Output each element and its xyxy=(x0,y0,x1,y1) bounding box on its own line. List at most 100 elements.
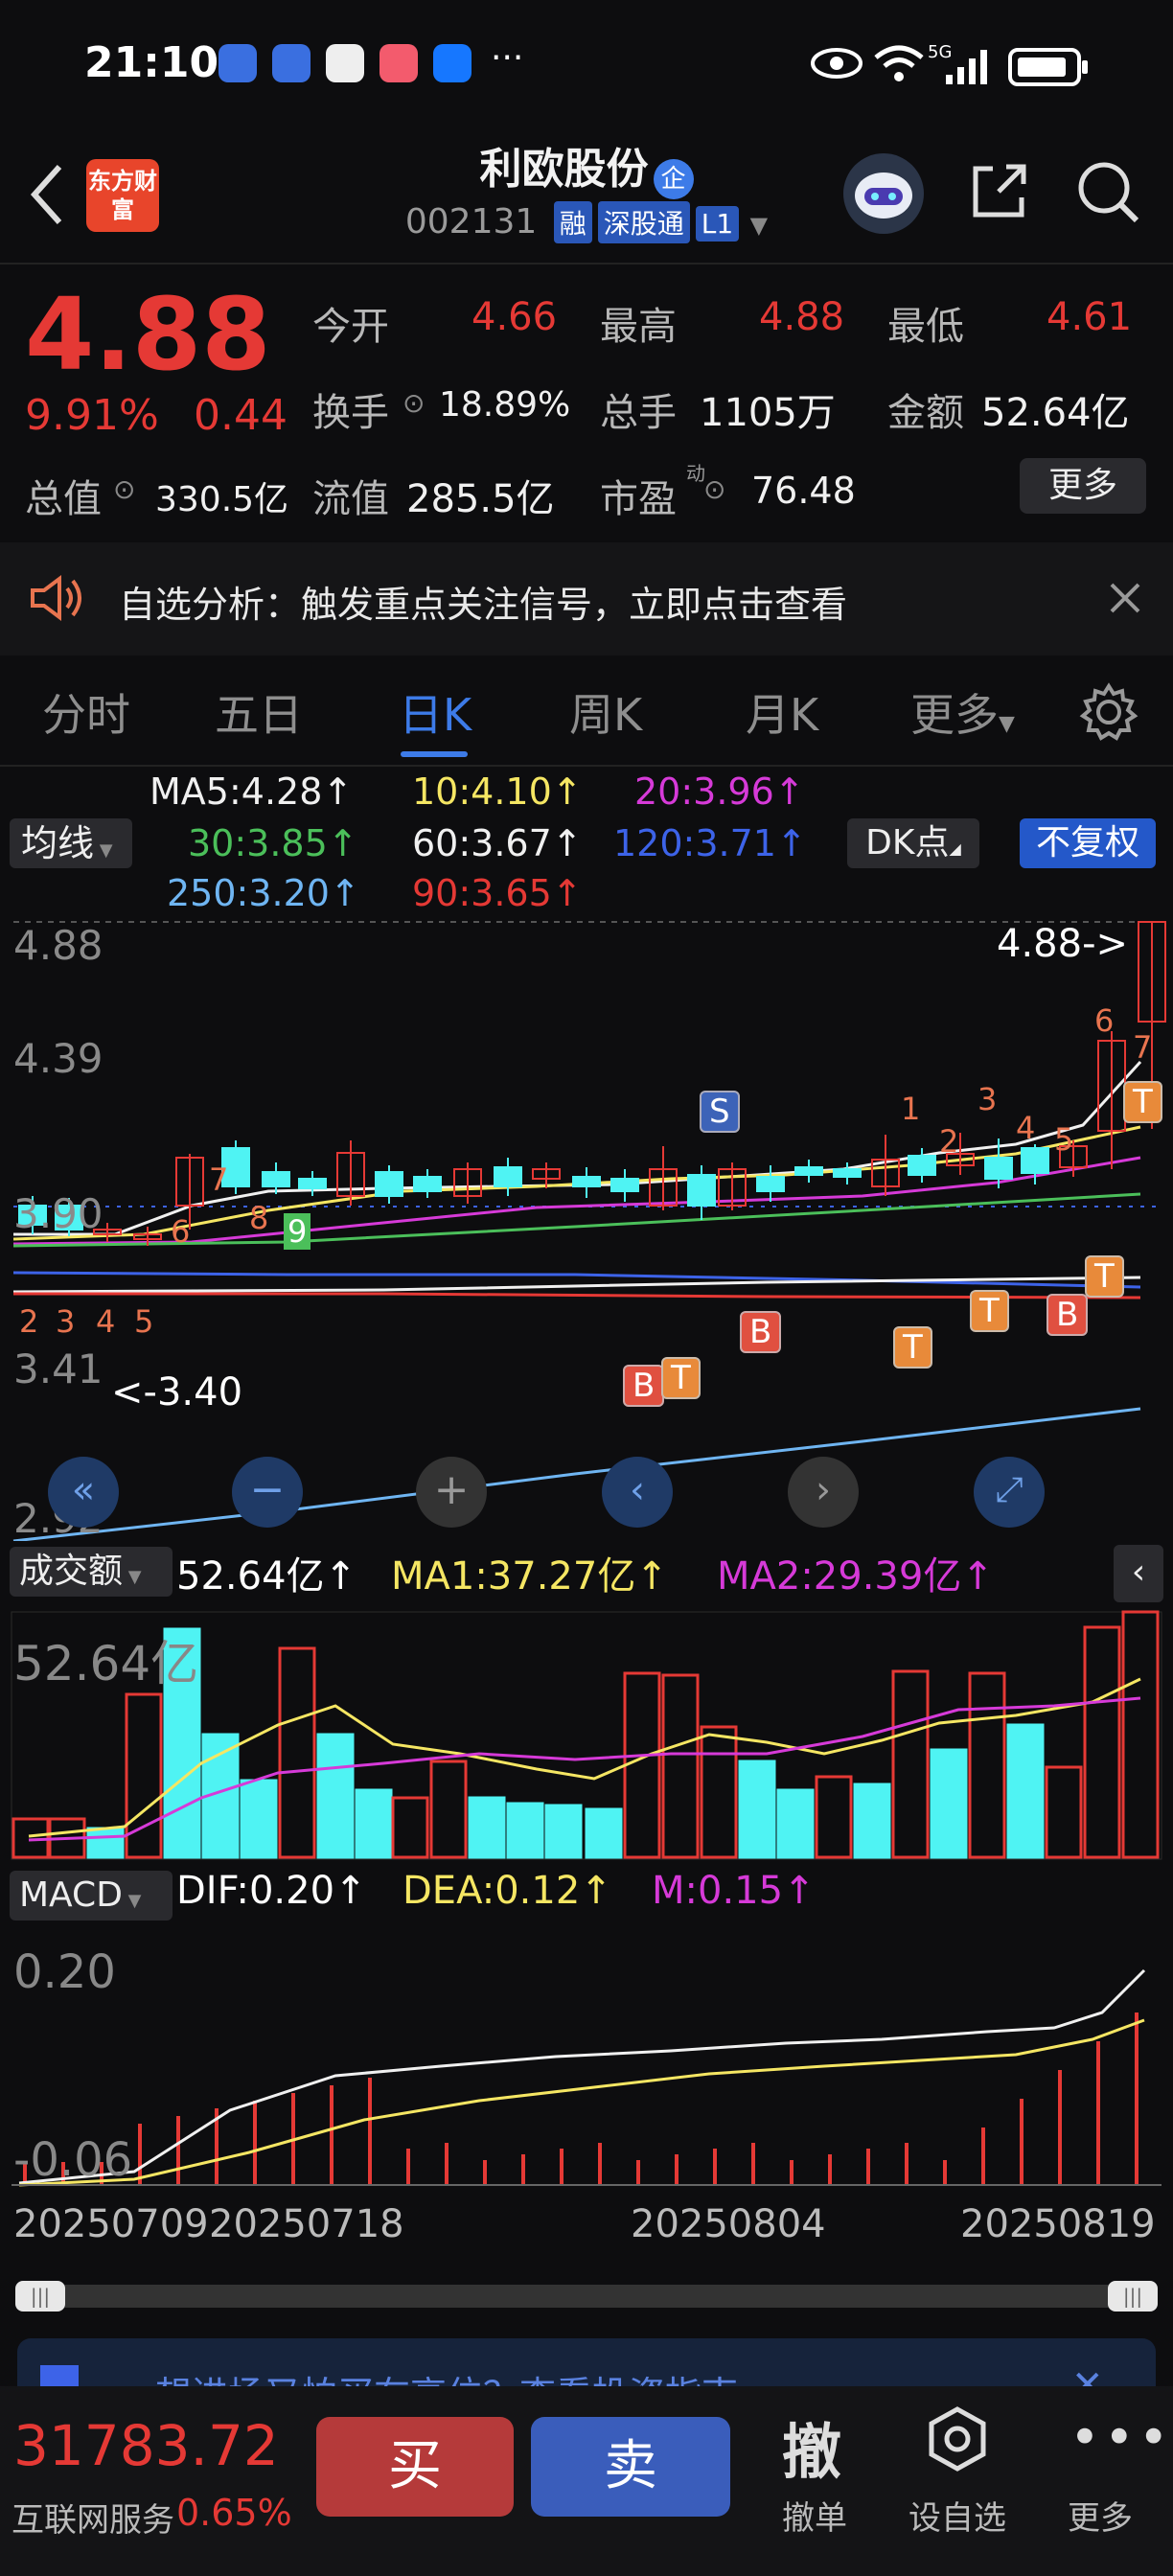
info-icon[interactable]: ⊙ xyxy=(703,473,725,505)
volume-bar xyxy=(1045,1765,1083,1859)
tab-more[interactable]: 更多▼ xyxy=(910,680,1015,744)
buy-button[interactable]: 买 xyxy=(316,2417,514,2517)
tab-monthly-k[interactable]: 月K xyxy=(746,680,818,744)
robot-assistant-icon[interactable] xyxy=(843,153,924,234)
volume-bar xyxy=(1121,1610,1160,1859)
moving-average-line xyxy=(13,1060,1142,1236)
count-label: 6 xyxy=(1094,1002,1115,1039)
battery-icon xyxy=(1008,48,1088,86)
scroll-left-icon[interactable]: ‹ xyxy=(602,1457,673,1528)
range-handle-right[interactable]: ||| xyxy=(1108,2281,1158,2312)
signal-buy-badge[interactable]: B xyxy=(623,1365,665,1407)
signal-buy-badge[interactable]: B xyxy=(1046,1294,1089,1336)
volume-bar xyxy=(1083,1625,1121,1859)
volume-bar xyxy=(930,1748,968,1859)
search-icon[interactable] xyxy=(1073,157,1140,224)
macd-m: M:0.15↑ xyxy=(652,1869,816,1913)
macd-selector[interactable]: MACD ▼ xyxy=(10,1871,172,1920)
signal-t-badge[interactable]: T xyxy=(1123,1081,1162,1123)
macd-chart[interactable] xyxy=(0,1932,1173,2191)
ma-selector[interactable]: 均线 ▼ xyxy=(10,818,132,868)
index-change: 0.65% xyxy=(176,2492,292,2534)
volume-bar xyxy=(700,1725,738,1859)
zoom-out-icon[interactable]: − xyxy=(232,1457,303,1528)
scroll-right-icon[interactable]: › xyxy=(788,1457,859,1528)
signal-t-badge[interactable]: T xyxy=(661,1357,701,1399)
close-icon[interactable] xyxy=(1108,581,1142,615)
price-axis-label: 3.90 xyxy=(13,1190,104,1237)
stock-code: 002131 xyxy=(404,202,538,242)
signal-t-badge[interactable]: T xyxy=(1085,1255,1124,1298)
sell-button[interactable]: 卖 xyxy=(531,2417,730,2517)
tab-weekly-k[interactable]: 周K xyxy=(569,680,642,744)
notice-bar[interactable]: 自选分析：触发重点关注信号，立即点击查看 xyxy=(0,542,1173,656)
date-label: 20250819 xyxy=(960,2202,1156,2246)
scroll-left-fast-icon[interactable]: « xyxy=(48,1457,119,1528)
count-label: 7 xyxy=(1133,1029,1153,1066)
macd-axis-label: -0.06 xyxy=(13,2133,133,2187)
status-bar: 21:10 ··· 5G xyxy=(0,0,1173,134)
share-icon[interactable] xyxy=(968,159,1031,222)
volume-bar xyxy=(278,1646,316,1859)
tab-intraday[interactable]: 分时 xyxy=(42,680,130,744)
info-icon[interactable]: ⊙ xyxy=(113,473,135,505)
signal-t-badge[interactable]: T xyxy=(970,1290,1009,1332)
volume-bar xyxy=(86,1827,125,1859)
count-label: 8 xyxy=(249,1200,269,1236)
collapse-panel-icon[interactable]: ‹ xyxy=(1114,1545,1163,1602)
count-label: 6 xyxy=(171,1213,191,1250)
low-price-marker: <-3.40 xyxy=(111,1370,243,1414)
turnover-label: 换手 xyxy=(312,391,389,435)
candle-body xyxy=(572,1176,601,1187)
count-label-nine: 9 xyxy=(284,1213,311,1250)
bottom-trade-bar: 31783.72 互联网服务 0.65% 买 卖 撤 撤单 设自选 ••• 更多 xyxy=(0,2386,1173,2576)
no-adjust-toggle[interactable]: 不复权 xyxy=(1020,818,1156,868)
range-handle-left[interactable]: ||| xyxy=(15,2281,65,2312)
candle-body xyxy=(610,1178,639,1192)
open-value: 4.66 xyxy=(472,295,558,339)
zoom-in-icon[interactable]: + xyxy=(416,1457,487,1528)
tag-margin: 融 xyxy=(553,201,592,243)
wifi-icon xyxy=(874,45,924,81)
volume-bar xyxy=(468,1796,506,1859)
fullscreen-icon[interactable]: ⤢ xyxy=(974,1457,1045,1528)
price-axis-label: 3.41 xyxy=(13,1346,104,1392)
eye-icon xyxy=(811,48,862,79)
app-icon xyxy=(326,44,364,82)
cancel-order-label[interactable]: 撤单 xyxy=(782,2492,847,2539)
candle-body xyxy=(413,1176,442,1192)
signal-sell-badge[interactable]: S xyxy=(700,1091,740,1133)
enterprise-badge: 企 xyxy=(653,158,694,199)
tab-daily-k[interactable]: 日K xyxy=(399,680,472,744)
settings-gear-icon[interactable] xyxy=(1079,682,1138,742)
more-dots-icon[interactable]: ••• xyxy=(1070,2407,1173,2468)
signal-t-badge[interactable]: T xyxy=(893,1326,932,1368)
notice-text: 自选分析：触发重点关注信号，立即点击查看 xyxy=(119,584,848,626)
add-watchlist-label[interactable]: 设自选 xyxy=(908,2492,1006,2539)
volume-selector[interactable]: 成交额 ▼ xyxy=(10,1547,172,1597)
volume-bar xyxy=(585,1807,623,1859)
range-scrollbar[interactable] xyxy=(15,2285,1158,2308)
volume-bar xyxy=(853,1782,891,1859)
count-label: 3 xyxy=(978,1081,998,1117)
date-label: 20250709 xyxy=(13,2202,209,2246)
open-label: 今开 xyxy=(312,305,389,349)
volume-bar xyxy=(391,1796,429,1859)
price-axis-label: 4.88 xyxy=(13,922,104,969)
change-percent: 9.91% xyxy=(25,391,159,440)
candle-body xyxy=(756,1176,785,1192)
dk-point-toggle[interactable]: DK点◢ xyxy=(847,818,979,868)
date-label: 20250804 xyxy=(631,2202,826,2246)
cancel-order-icon[interactable]: 撤 xyxy=(782,2404,841,2490)
index-value[interactable]: 31783.72 xyxy=(13,2413,279,2478)
more-label[interactable]: 更多 xyxy=(1068,2492,1133,2539)
info-icon[interactable]: ⊙ xyxy=(402,387,425,419)
candle-body xyxy=(298,1178,327,1189)
more-quote-button[interactable]: 更多 xyxy=(1020,458,1146,514)
tab-five-day[interactable]: 五日 xyxy=(215,680,303,744)
add-watchlist-icon[interactable] xyxy=(924,2405,991,2472)
signal-icon xyxy=(946,50,987,84)
chevron-down-icon[interactable]: ▼ xyxy=(750,212,768,239)
signal-buy-badge[interactable]: B xyxy=(740,1311,782,1353)
candle-body xyxy=(984,1157,1013,1180)
